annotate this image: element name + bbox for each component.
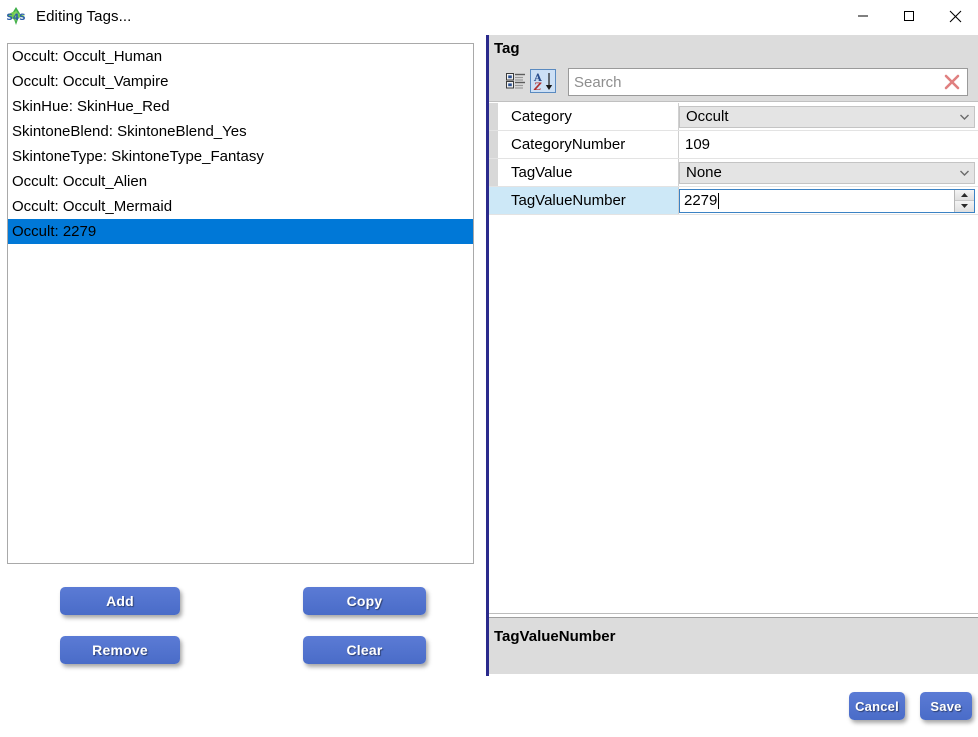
tagvaluenumber-input-wrap[interactable]: 2279 — [680, 190, 954, 212]
clear-button[interactable]: Clear — [303, 636, 426, 664]
s4s-plumbob-icon: S4S — [6, 6, 26, 26]
copy-button[interactable]: Copy — [303, 587, 426, 615]
property-value-cell[interactable]: Occult — [679, 103, 978, 130]
list-item[interactable]: SkintoneBlend: SkintoneBlend_Yes — [8, 119, 473, 144]
minimize-icon[interactable] — [840, 0, 886, 32]
clear-x-icon[interactable] — [937, 69, 967, 95]
property-description-panel: TagValueNumber — [489, 617, 978, 674]
list-item[interactable]: SkintoneType: SkintoneType_Fantasy — [8, 144, 473, 169]
property-description-title: TagValueNumber — [494, 628, 616, 645]
spinner-down-icon[interactable] — [955, 201, 974, 212]
tagvalue-dropdown-value: None — [686, 164, 722, 181]
property-row-categorynumber[interactable]: CategoryNumber 109 — [489, 131, 978, 159]
list-item[interactable]: Occult: Occult_Vampire — [8, 69, 473, 94]
property-label: TagValue — [489, 159, 679, 186]
alphabetical-sort-icon[interactable]: A Z — [530, 69, 556, 93]
property-value-cell[interactable]: 2279 — [679, 187, 978, 214]
category-dropdown-value: Occult — [686, 108, 729, 125]
categorynumber-value: 109 — [685, 136, 711, 153]
maximize-icon[interactable] — [886, 0, 932, 32]
svg-text:S4S: S4S — [6, 13, 25, 23]
svg-text:Z: Z — [533, 82, 542, 91]
list-item-selected[interactable]: Occult: 2279 — [8, 219, 473, 244]
window-controls — [840, 0, 978, 32]
categorized-view-icon[interactable] — [503, 69, 529, 93]
remove-button[interactable]: Remove — [60, 636, 180, 664]
property-row-tagvaluenumber[interactable]: TagValueNumber 2279 — [489, 187, 978, 215]
spinner-buttons[interactable] — [954, 189, 974, 212]
list-item[interactable]: Occult: Occult_Mermaid — [8, 194, 473, 219]
tagvaluenumber-input[interactable]: 2279 — [684, 192, 717, 209]
title-bar: S4S Editing Tags... — [0, 0, 978, 32]
list-item[interactable]: Occult: Occult_Alien — [8, 169, 473, 194]
list-item[interactable]: Occult: Occult_Human — [8, 44, 473, 69]
property-label: CategoryNumber — [489, 131, 679, 158]
text-caret — [718, 192, 720, 209]
spinner-up-icon[interactable] — [955, 189, 974, 201]
add-button[interactable]: Add — [60, 587, 180, 615]
search-box[interactable] — [568, 68, 968, 96]
property-value-cell[interactable]: None — [679, 159, 978, 186]
property-label: Category — [489, 103, 679, 130]
property-grid-title: Tag — [494, 40, 520, 57]
property-label: TagValueNumber — [489, 187, 679, 214]
list-item[interactable]: SkinHue: SkinHue_Red — [8, 94, 473, 119]
close-icon[interactable] — [932, 0, 978, 32]
search-input[interactable] — [569, 72, 937, 92]
tagvalue-dropdown[interactable]: None — [679, 161, 975, 184]
tag-list[interactable]: Occult: Occult_Human Occult: Occult_Vamp… — [7, 43, 474, 564]
category-dropdown[interactable]: Occult — [679, 105, 975, 128]
property-row-tagvalue[interactable]: TagValue None — [489, 159, 978, 187]
property-value-cell[interactable]: 109 — [679, 131, 978, 158]
cancel-button[interactable]: Cancel — [849, 692, 905, 720]
save-button[interactable]: Save — [920, 692, 972, 720]
window-title: Editing Tags... — [36, 7, 132, 25]
chevron-down-icon — [959, 108, 970, 125]
tagvaluenumber-stepper[interactable]: 2279 — [679, 188, 975, 213]
chevron-down-icon — [959, 164, 970, 181]
property-grid-rows: Category Occult CategoryNumber 109 TagVa… — [489, 103, 978, 614]
property-row-category[interactable]: Category Occult — [489, 103, 978, 131]
